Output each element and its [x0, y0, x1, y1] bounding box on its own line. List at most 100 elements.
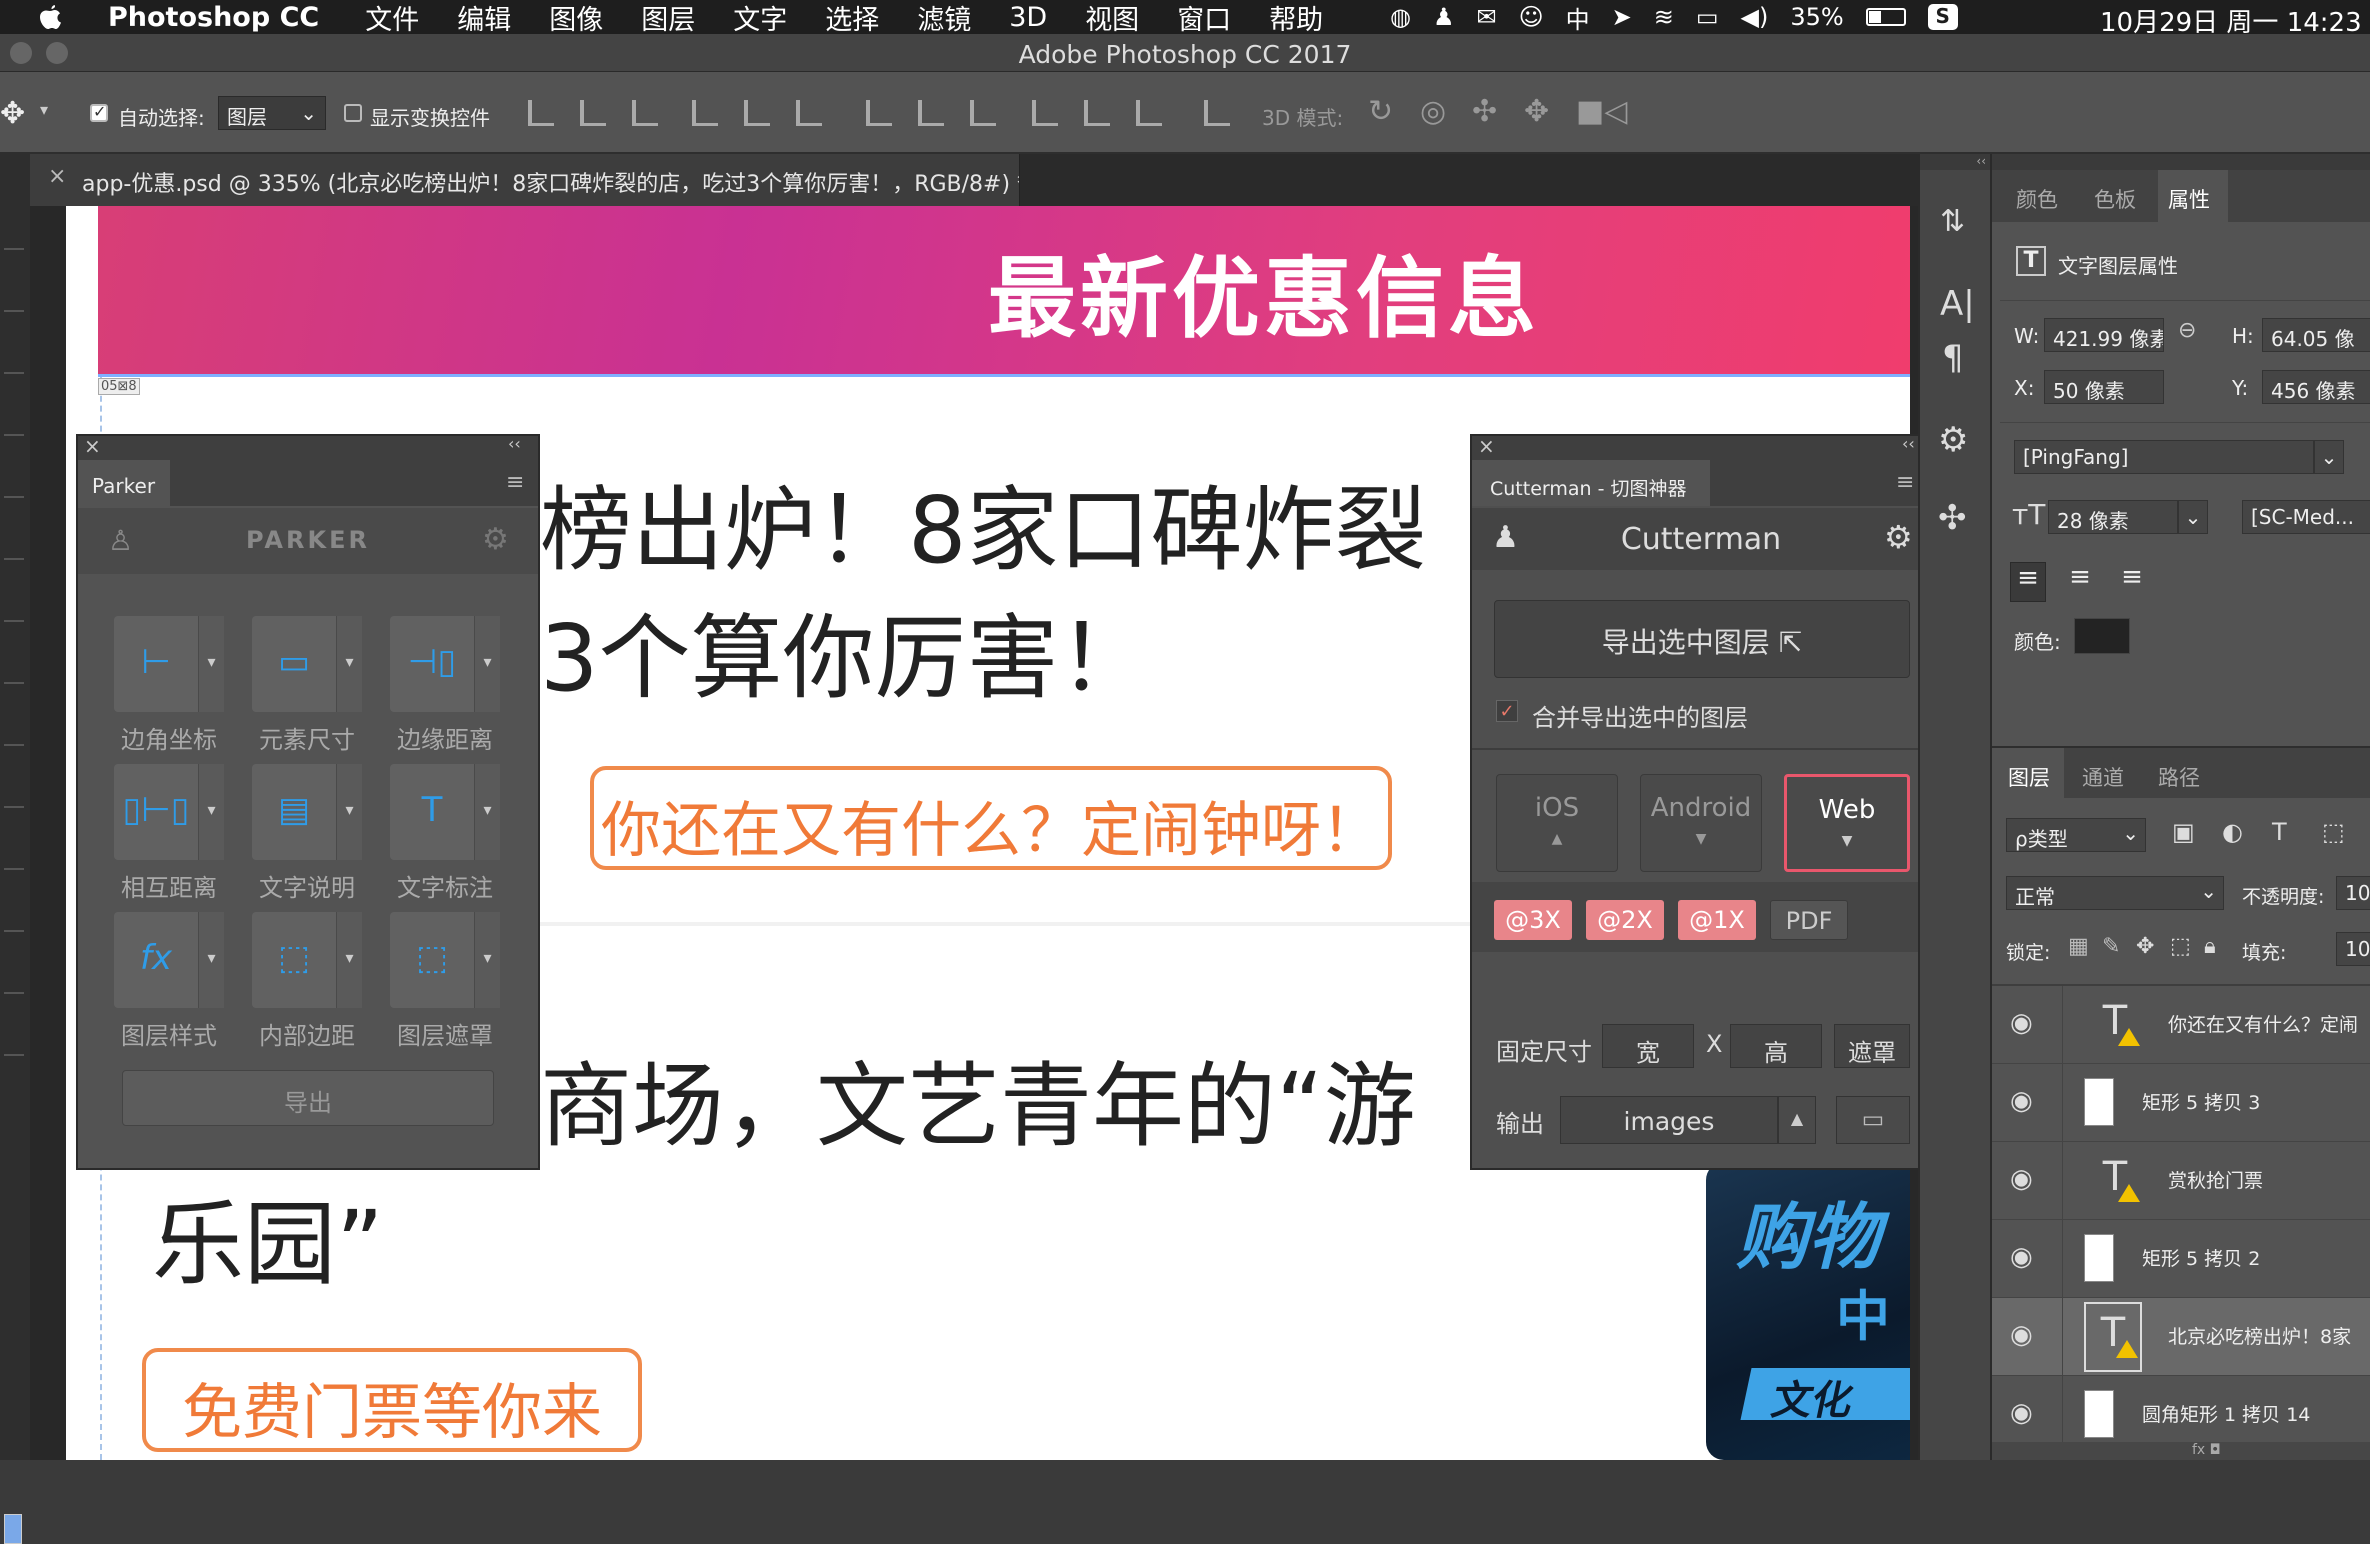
menu-select[interactable]: 选择: [825, 0, 879, 35]
3d-rotate-icon[interactable]: ↻: [1368, 94, 1393, 129]
close-tab-icon[interactable]: ×: [48, 164, 66, 189]
eye-icon[interactable]: ◉: [2010, 1320, 2040, 1350]
chevron-down-icon[interactable]: ▾: [40, 100, 48, 119]
platform-web-button[interactable]: Web ▼: [1784, 774, 1910, 872]
eye-icon[interactable]: ◉: [2010, 1164, 2040, 1194]
shape-filter-icon[interactable]: ⬚: [2322, 818, 2345, 846]
opacity-field[interactable]: 100: [2336, 876, 2370, 910]
chevron-down-icon[interactable]: ▾: [474, 912, 500, 1008]
platform-ios-button[interactable]: iOS ▲: [1496, 774, 1618, 872]
scale-1x-button[interactable]: @1X: [1678, 900, 1756, 940]
chevron-down-icon[interactable]: ⌄: [2178, 500, 2208, 534]
chevron-down-icon[interactable]: ⌄: [2314, 440, 2344, 474]
menu-filter[interactable]: 滤镜: [917, 0, 971, 35]
s-app-icon[interactable]: S: [1927, 4, 1958, 30]
link-icon[interactable]: ⊖: [2178, 318, 2196, 343]
collapse-icon[interactable]: ‹‹: [1902, 434, 1915, 453]
text-annotation-button[interactable]: T ▾: [390, 764, 500, 860]
parker-tab[interactable]: Parker: [78, 460, 170, 506]
tool-strip[interactable]: [4, 214, 24, 1114]
distribute-right-icon[interactable]: [1136, 100, 1162, 126]
layer-row[interactable]: ◉ 矩形 5 拷贝 2: [1992, 1220, 2370, 1298]
battery-icon[interactable]: [1865, 8, 1906, 26]
pdf-button[interactable]: PDF: [1770, 900, 1848, 940]
input-method-icon[interactable]: 中: [1566, 0, 1590, 34]
width-field[interactable]: 421.99 像素: [2044, 318, 2164, 352]
show-transform-checkbox[interactable]: [344, 104, 362, 122]
text-note-button[interactable]: ▤ ▾: [252, 764, 362, 860]
distribute-hcenter-icon[interactable]: [1084, 100, 1110, 126]
lock-pixels-icon[interactable]: ✎: [2102, 934, 2120, 959]
clock[interactable]: 10月29日 周一 14:23: [2100, 2, 2362, 34]
tab-properties[interactable]: 属性: [2158, 170, 2228, 222]
wechat-icon[interactable]: ◍: [1390, 3, 1411, 31]
wifi-icon[interactable]: ≋: [1654, 3, 1674, 31]
adjustments-icon[interactable]: ⚙: [1938, 420, 1968, 460]
export-button[interactable]: 导出: [122, 1070, 494, 1126]
distribute-vcenter-icon[interactable]: [918, 100, 944, 126]
scale-3x-button[interactable]: @3X: [1494, 900, 1572, 940]
mask-button[interactable]: 遮罩: [1834, 1024, 1910, 1068]
volume-icon[interactable]: ◀): [1741, 3, 1769, 31]
foreground-color-swatch[interactable]: [4, 1514, 22, 1544]
font-style-field[interactable]: [SC-Med...: [2242, 500, 2370, 534]
paragraph-icon[interactable]: ¶: [1942, 338, 1964, 378]
3d-roll-icon[interactable]: ◎: [1420, 94, 1446, 129]
chevron-down-icon[interactable]: ▾: [198, 764, 224, 860]
platform-android-button[interactable]: Android ▼: [1640, 774, 1762, 872]
align-bottom-icon[interactable]: [632, 100, 658, 126]
align-left-text-icon[interactable]: ≡: [2010, 562, 2046, 602]
close-icon[interactable]: ×: [1478, 434, 1495, 458]
inner-padding-button[interactable]: ⬚ ▾: [252, 912, 362, 1008]
collapse-dock-icon[interactable]: ‹‹: [1920, 154, 1990, 170]
layer-row[interactable]: ◉ T 赏秋抢门票: [1992, 1142, 2370, 1220]
history-icon[interactable]: ⇅: [1940, 204, 1965, 239]
move-tool-icon[interactable]: ✥: [0, 96, 32, 131]
chevron-down-icon[interactable]: ▾: [336, 616, 362, 712]
3d-slide-icon[interactable]: ✥: [1524, 94, 1549, 129]
emoji-icon[interactable]: ☺: [1519, 3, 1544, 31]
tab-channels[interactable]: 通道: [2082, 762, 2124, 792]
menu-image[interactable]: 图像: [549, 0, 603, 35]
panel-menu-icon[interactable]: ≡: [1896, 470, 1914, 495]
menu-layer[interactable]: 图层: [641, 0, 695, 35]
align-right-icon[interactable]: [796, 100, 822, 126]
tab-swatches[interactable]: 色板: [2094, 184, 2136, 214]
eye-icon[interactable]: ◉: [2010, 1242, 2040, 1272]
chat-icon[interactable]: ✉: [1476, 3, 1496, 31]
menu-edit[interactable]: 编辑: [457, 0, 511, 35]
element-size-button[interactable]: ▭ ▾: [252, 616, 362, 712]
3d-drag-icon[interactable]: ✣: [1472, 94, 1497, 129]
chevron-down-icon[interactable]: ▾: [336, 912, 362, 1008]
menu-3d[interactable]: 3D: [1009, 2, 1047, 33]
tab-layers[interactable]: 图层: [1992, 748, 2064, 800]
eye-icon[interactable]: ◉: [2010, 1398, 2040, 1428]
layer-style-button[interactable]: fx ▾: [114, 912, 224, 1008]
adjustment-filter-icon[interactable]: ◐: [2222, 818, 2243, 846]
font-family-select[interactable]: [PingFang]: [2014, 440, 2314, 474]
menu-file[interactable]: 文件: [365, 0, 419, 35]
menu-window[interactable]: 窗口: [1177, 0, 1231, 35]
lock-artboard-icon[interactable]: ⬚: [2170, 934, 2191, 959]
free-ticket-button[interactable]: 免费门票等你来: [142, 1348, 642, 1452]
align-center-text-icon[interactable]: ≡: [2062, 562, 2098, 602]
distribute-top-icon[interactable]: [866, 100, 892, 126]
stepper-up-icon[interactable]: ▲: [1778, 1096, 1816, 1144]
tab-paths[interactable]: 路径: [2158, 762, 2200, 792]
3d-scale-icon[interactable]: ■◁: [1576, 94, 1627, 129]
tab-color[interactable]: 颜色: [2016, 184, 2058, 214]
layer-row[interactable]: ◉ T 你还在又有什么？定闹: [1992, 986, 2370, 1064]
character-icon[interactable]: A|: [1940, 284, 1975, 324]
chevron-down-icon[interactable]: ▾: [198, 912, 224, 1008]
chevron-down-icon[interactable]: ▾: [336, 764, 362, 860]
output-folder-input[interactable]: images: [1560, 1096, 1778, 1144]
image-filter-icon[interactable]: ▣: [2172, 818, 2195, 846]
airplay-icon[interactable]: ▭: [1696, 3, 1719, 31]
corner-coordinates-button[interactable]: ⊢ ▾: [114, 616, 224, 712]
blend-mode-select[interactable]: 正常 ⌄: [2006, 876, 2224, 910]
distribute-bottom-icon[interactable]: [970, 100, 996, 126]
lock-position-icon[interactable]: ✥: [2136, 934, 2154, 959]
layer-mask-button[interactable]: ⬚ ▾: [390, 912, 500, 1008]
height-input[interactable]: 高: [1730, 1024, 1822, 1068]
align-vcenter-icon[interactable]: [580, 100, 606, 126]
